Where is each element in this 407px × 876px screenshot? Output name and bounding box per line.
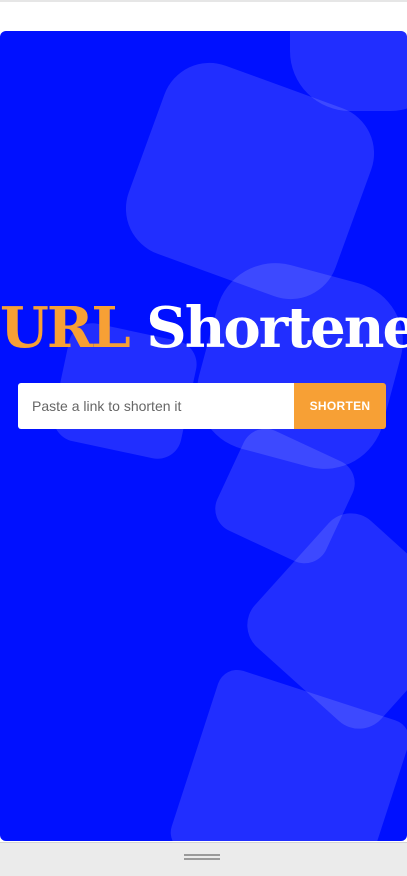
top-strip	[0, 0, 407, 30]
app-title-accent: URL	[0, 295, 131, 361]
app-title-main: Shortener	[146, 295, 407, 361]
resize-handle-icon[interactable]	[184, 853, 220, 861]
shorten-button[interactable]: SHORTEN	[294, 383, 386, 429]
hero-card: URL Shortener SHORTEN	[0, 31, 407, 841]
bottom-bar	[0, 842, 407, 876]
shorten-form: SHORTEN	[18, 383, 386, 429]
app-title: URL Shortener	[0, 293, 407, 363]
url-input[interactable]	[18, 383, 294, 429]
